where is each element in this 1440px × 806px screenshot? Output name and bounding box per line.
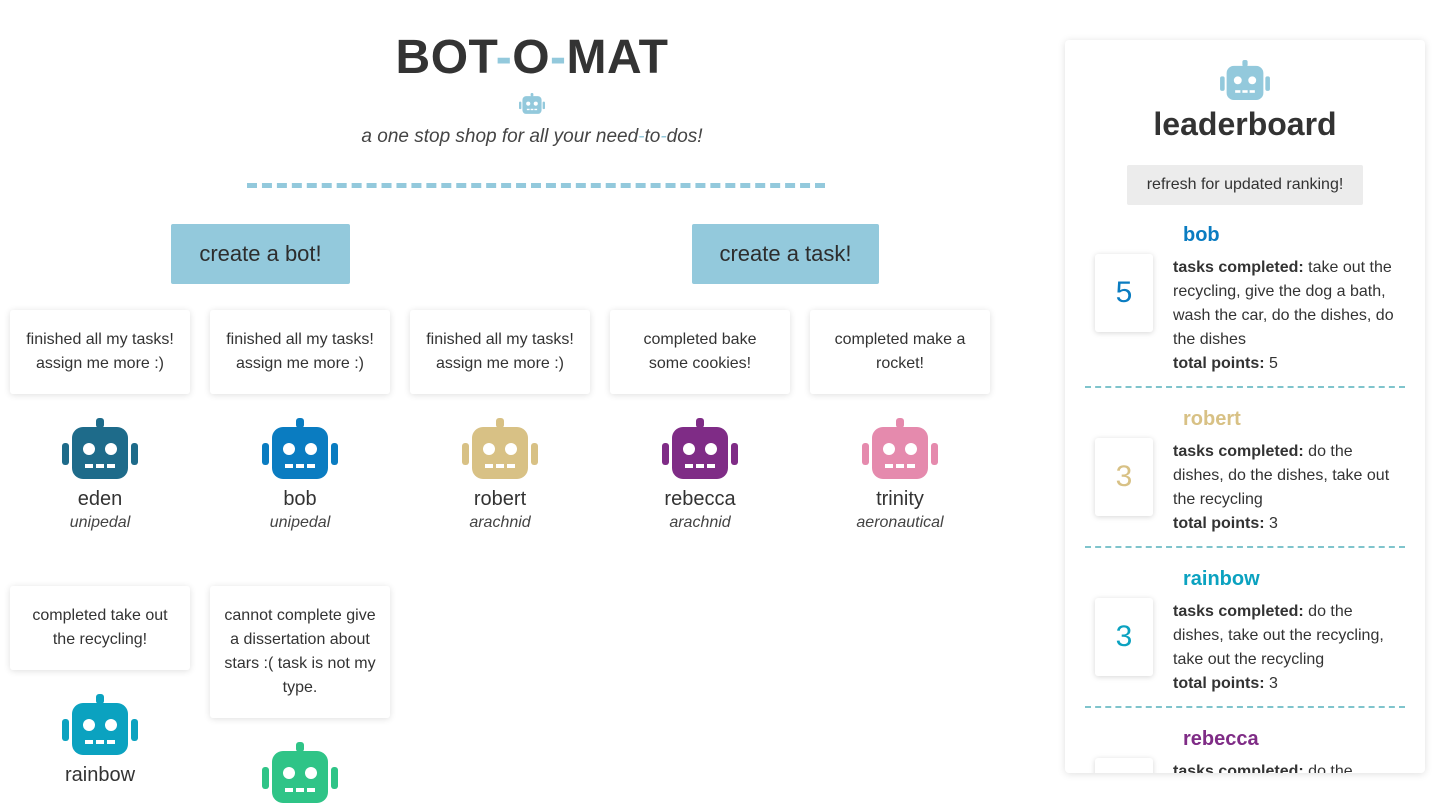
bot-status-message: completed make a rocket! xyxy=(810,310,990,394)
robot-icon xyxy=(462,418,538,479)
points-value: 3 xyxy=(1264,515,1278,532)
tasks-label: tasks completed: xyxy=(1173,603,1304,620)
create-task-button[interactable]: create a task! xyxy=(692,224,879,284)
bot-card: completed make a rocket! trinity aeronauti… xyxy=(810,310,990,532)
tasks-label: tasks completed: xyxy=(1173,763,1304,773)
bot-type: aeronautical xyxy=(856,514,944,531)
bot-status-message: completed bake some cookies! xyxy=(610,310,790,394)
bot-card: completed take out the recycling! rainbow xyxy=(10,586,190,787)
bot-card: cannot complete give a dissertation abou… xyxy=(210,586,390,806)
robot-icon xyxy=(262,742,338,803)
entry-details: tasks completed: do the dishes, do the d… xyxy=(1173,440,1403,536)
bot-type: unipedal xyxy=(269,514,331,531)
robot-icon xyxy=(62,418,138,479)
bot-status-message: completed take out the recycling! xyxy=(10,586,190,670)
points-label: total points: xyxy=(1173,355,1265,372)
title-o: O xyxy=(512,31,551,84)
robot-icon xyxy=(1220,60,1270,101)
bot-name: rainbow xyxy=(64,764,136,786)
bot-name: robert xyxy=(473,488,527,510)
leaderboard-divider xyxy=(1085,706,1405,708)
robot-icon xyxy=(262,418,338,479)
tagline-part: dos! xyxy=(666,126,703,147)
entry-details: tasks completed: do the dishes, take out… xyxy=(1173,600,1403,696)
score-badge: 3 xyxy=(1095,598,1153,676)
score-badge: 3 xyxy=(1095,438,1153,516)
tagline: a one stop shop for all your need-to-dos… xyxy=(0,126,1064,148)
points-label: total points: xyxy=(1173,675,1265,692)
entry-details: tasks completed: take out the recycling,… xyxy=(1173,256,1403,376)
title-mat: MAT xyxy=(566,31,669,84)
tasks-label: tasks completed: xyxy=(1173,443,1304,460)
entry-bot-name: robert xyxy=(1183,408,1241,430)
title-dash: - xyxy=(495,31,513,84)
title-dash: - xyxy=(550,31,567,84)
bot-name: rebecca xyxy=(664,488,736,510)
entry-details: tasks completed: do thetotal points: xyxy=(1173,760,1403,773)
bot-name: trinity xyxy=(876,488,924,510)
title-bot: BOT xyxy=(395,31,496,84)
entry-bot-name: bob xyxy=(1183,224,1220,246)
bot-card: finished all my tasks! assign me more :)… xyxy=(210,310,390,532)
bot-card: completed bake some cookies! rebecca arach… xyxy=(610,310,790,532)
refresh-ranking-button[interactable]: refresh for updated ranking! xyxy=(1127,165,1363,205)
bot-status-message: finished all my tasks! assign me more :) xyxy=(210,310,390,394)
leaderboard-divider xyxy=(1085,386,1405,388)
bot-card: finished all my tasks! assign me more :)… xyxy=(10,310,190,532)
bot-type: arachnid xyxy=(669,514,731,531)
robot-icon xyxy=(519,93,545,114)
bot-status-message: finished all my tasks! assign me more :) xyxy=(10,310,190,394)
bot-card: finished all my tasks! assign me more :)… xyxy=(410,310,590,532)
bot-status-message: finished all my tasks! assign me more :) xyxy=(410,310,590,394)
bot-type: arachnid xyxy=(469,514,531,531)
header-divider xyxy=(247,183,825,188)
robot-icon xyxy=(62,694,138,755)
bot-type: unipedal xyxy=(69,514,131,531)
tagline-part: to xyxy=(644,126,661,147)
tasks-value: do the xyxy=(1303,763,1353,773)
main-area: BOT-O-MAT a one stop shop for all your n… xyxy=(0,0,1060,803)
leaderboard-title: leaderboard xyxy=(1153,106,1337,142)
points-value: 3 xyxy=(1264,675,1278,692)
entry-bot-name: rebecca xyxy=(1183,728,1259,750)
bot-name: bob xyxy=(283,488,317,510)
robot-icon xyxy=(662,418,738,479)
page-title: BOT-O-MAT xyxy=(0,30,1064,85)
leaderboard-divider xyxy=(1085,546,1405,548)
entry-bot-name: rainbow xyxy=(1183,568,1260,590)
create-bot-button[interactable]: create a bot! xyxy=(171,224,350,284)
tagline-part: a one stop shop for all your need xyxy=(361,126,639,147)
score-badge: 5 xyxy=(1095,254,1153,332)
robot-icon xyxy=(862,418,938,479)
bot-name: eden xyxy=(77,488,123,510)
points-value: 5 xyxy=(1264,355,1278,372)
points-label: total points: xyxy=(1173,515,1265,532)
leaderboard-panel: leaderboard refresh for updated ranking!… xyxy=(1065,40,1425,773)
tasks-label: tasks completed: xyxy=(1173,259,1304,276)
score-badge xyxy=(1095,758,1153,773)
bot-status-message: cannot complete give a dissertation abou… xyxy=(210,586,390,718)
